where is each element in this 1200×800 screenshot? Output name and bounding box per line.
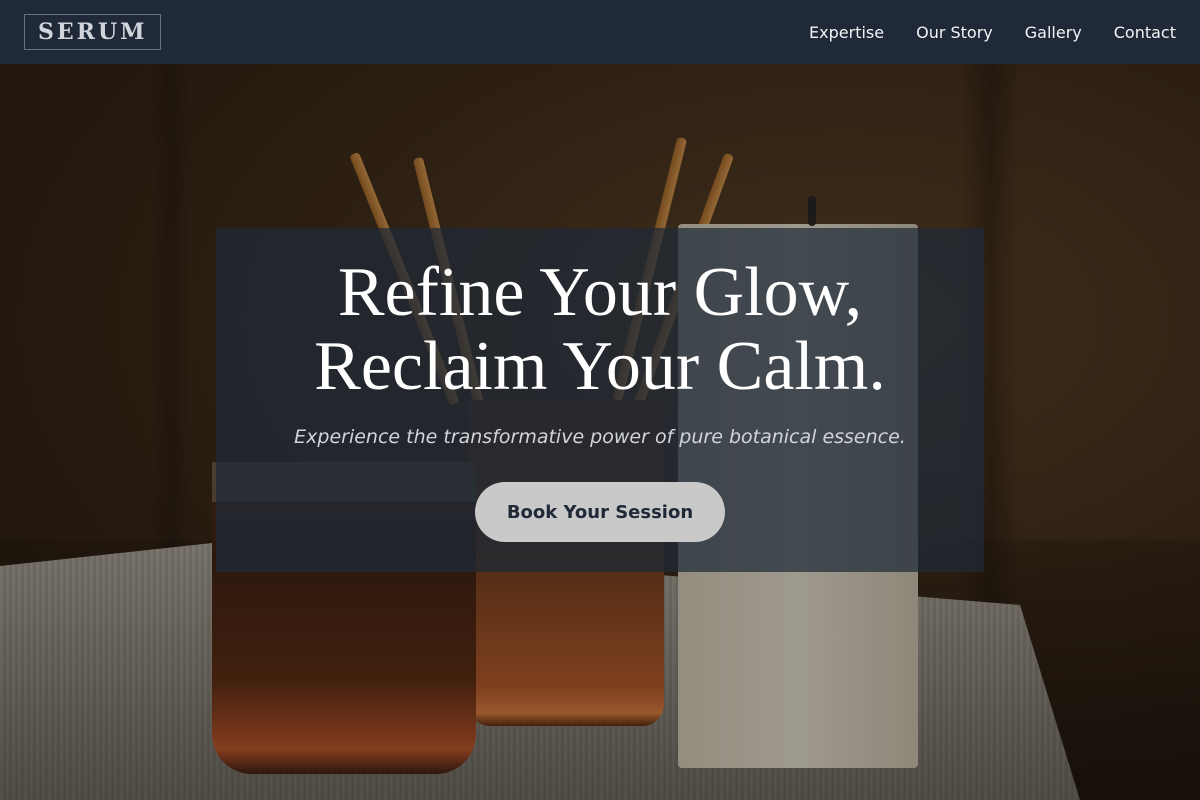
hero-subtitle: Experience the transformative power of p… (294, 426, 906, 448)
book-session-button[interactable]: Book Your Session (475, 482, 725, 542)
headline-line-1: Refine Your Glow, (337, 254, 863, 331)
nav-link-gallery[interactable]: Gallery (1025, 23, 1082, 42)
nav-link-our-story[interactable]: Our Story (916, 23, 993, 42)
hero-card: Refine Your Glow, Reclaim Your Calm. Exp… (216, 228, 984, 572)
nav-links: Expertise Our Story Gallery Contact (809, 23, 1176, 42)
nav-link-contact[interactable]: Contact (1114, 23, 1176, 42)
site-logo[interactable]: SERUM (24, 14, 162, 50)
hero-headline: Refine Your Glow, Reclaim Your Calm. (216, 256, 984, 404)
top-navbar: SERUM Expertise Our Story Gallery Contac… (0, 0, 1200, 64)
headline-line-2: Reclaim Your Calm. (314, 328, 886, 405)
nav-link-expertise[interactable]: Expertise (809, 23, 884, 42)
